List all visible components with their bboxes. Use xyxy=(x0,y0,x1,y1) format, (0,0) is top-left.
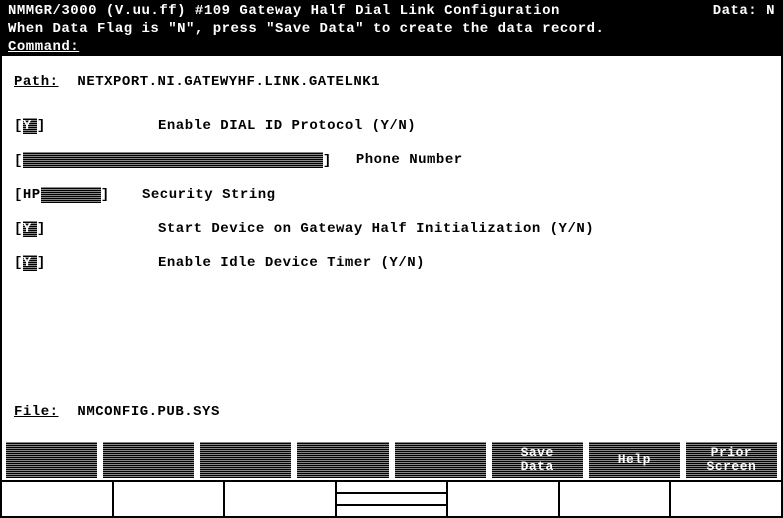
field-row-idle: [Y] Enable Idle Device Timer (Y/N) xyxy=(14,255,769,271)
fkey-3[interactable] xyxy=(200,442,291,478)
title-left: NMMGR/3000 (V.uu.ff) #109 Gateway Half D… xyxy=(8,4,560,18)
fkey-save-data[interactable]: Save Data xyxy=(492,442,583,478)
bottom-box-4 xyxy=(337,482,449,516)
path-value: NETXPORT.NI.GATEWYHF.LINK.GATELNK1 xyxy=(77,74,380,90)
startdev-input[interactable]: Y xyxy=(23,221,37,237)
status-line: When Data Flag is "N", press "Save Data"… xyxy=(2,20,781,38)
fkey-help[interactable]: Help xyxy=(589,442,680,478)
fkey-2[interactable] xyxy=(103,442,194,478)
dial-id-input[interactable]: Y xyxy=(23,118,37,134)
phone-label: Phone Number xyxy=(356,152,463,168)
bottom-bar xyxy=(2,480,781,516)
fkey-5[interactable] xyxy=(395,442,486,478)
startdev-label: Start Device on Gateway Half Initializat… xyxy=(158,221,594,237)
fkey-1[interactable] xyxy=(6,442,97,478)
data-flag: Data: N xyxy=(713,4,775,18)
bottom-box-6 xyxy=(560,482,672,516)
file-label: File: xyxy=(14,404,59,420)
field-row-security: [HP] Security String xyxy=(14,187,769,203)
idle-input[interactable]: Y xyxy=(23,255,37,271)
security-input[interactable] xyxy=(41,187,101,203)
security-label: Security String xyxy=(142,187,276,203)
fkey-row: Save Data Help Prior Screen xyxy=(6,442,777,478)
field-row-dial-id: [Y] Enable DIAL ID Protocol (Y/N) xyxy=(14,118,769,134)
fkey-prior-screen[interactable]: Prior Screen xyxy=(686,442,777,478)
field-row-startdev: [Y] Start Device on Gateway Half Initial… xyxy=(14,221,769,237)
security-value: HP xyxy=(23,187,41,203)
content-area: Path: NETXPORT.NI.GATEWYHF.LINK.GATELNK1… xyxy=(2,56,781,271)
title-bar: NMMGR/3000 (V.uu.ff) #109 Gateway Half D… xyxy=(2,2,781,20)
phone-input[interactable] xyxy=(23,152,323,168)
command-line[interactable]: Command: xyxy=(2,38,781,56)
file-value: NMCONFIG.PUB.SYS xyxy=(77,404,219,420)
bottom-box-2 xyxy=(114,482,226,516)
field-row-phone: [] Phone Number xyxy=(14,152,769,169)
bottom-box-5 xyxy=(448,482,560,516)
bottom-box-7 xyxy=(671,482,781,516)
command-label: Command: xyxy=(8,39,79,55)
path-row: Path: NETXPORT.NI.GATEWYHF.LINK.GATELNK1 xyxy=(14,74,769,90)
bottom-box-1 xyxy=(2,482,114,516)
idle-label: Enable Idle Device Timer (Y/N) xyxy=(158,255,425,271)
fkey-4[interactable] xyxy=(297,442,388,478)
path-label: Path: xyxy=(14,74,59,90)
file-row: File: NMCONFIG.PUB.SYS xyxy=(14,404,220,420)
bottom-box-3 xyxy=(225,482,337,516)
dial-id-label: Enable DIAL ID Protocol (Y/N) xyxy=(158,118,416,134)
